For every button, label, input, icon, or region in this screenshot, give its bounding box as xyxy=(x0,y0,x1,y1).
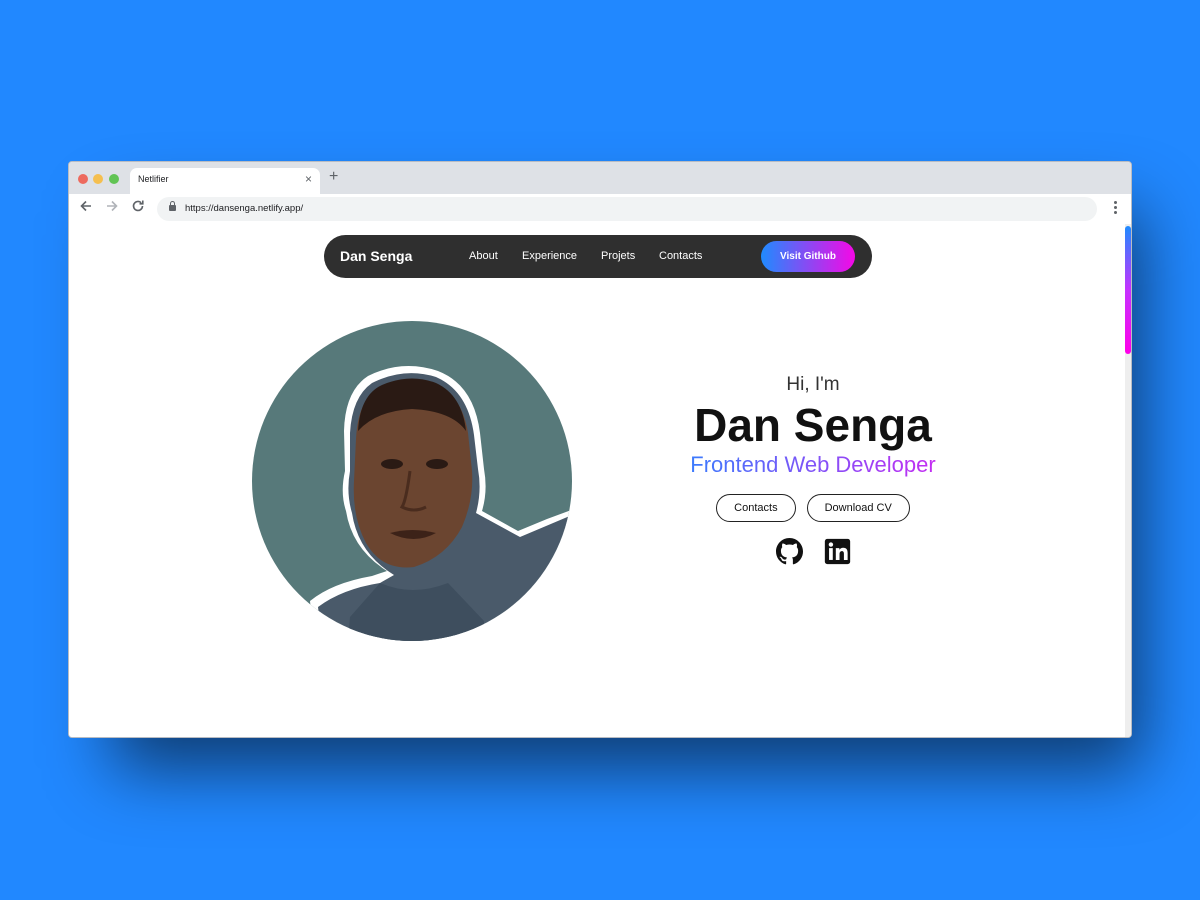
tab-title: Netlifier xyxy=(138,174,169,184)
site-brand[interactable]: Dan Senga xyxy=(340,248,412,264)
hero-greeting: Hi, I'm xyxy=(786,374,840,395)
hero-name: Dan Senga xyxy=(694,399,932,451)
scrollbar-thumb[interactable] xyxy=(1125,226,1131,354)
browser-tab[interactable]: Netlifier × xyxy=(130,168,320,194)
address-bar[interactable]: https://dansenga.netlify.app/ xyxy=(157,197,1097,221)
hero-role: Frontend Web Developer xyxy=(639,452,987,478)
linkedin-icon[interactable] xyxy=(824,538,851,565)
reload-icon[interactable] xyxy=(131,199,145,217)
github-icon[interactable] xyxy=(775,538,803,565)
browser-toolbar: https://dansenga.netlify.app/ xyxy=(69,194,1131,224)
browser-window: Netlifier × + https://dansenga.netlify.a… xyxy=(68,161,1132,738)
browser-menu-icon[interactable] xyxy=(1114,201,1117,215)
hero-buttons: Contacts Download CV xyxy=(639,494,987,522)
profile-photo xyxy=(252,321,572,641)
close-window-button[interactable] xyxy=(78,174,88,184)
new-tab-button[interactable]: + xyxy=(329,168,338,186)
download-cv-button[interactable]: Download CV xyxy=(806,494,910,522)
contacts-button[interactable]: Contacts xyxy=(716,494,796,522)
forward-icon[interactable] xyxy=(105,199,119,217)
tab-bar: Netlifier × + xyxy=(69,162,1131,194)
nav-link-about[interactable]: About xyxy=(469,250,498,262)
page-content: Dan Senga About Experience Projets Conta… xyxy=(69,224,1131,737)
hero-section: Hi, I'm Dan Senga Frontend Web Developer… xyxy=(639,374,987,565)
site-navbar: Dan Senga About Experience Projets Conta… xyxy=(324,235,872,278)
tab-close-icon[interactable]: × xyxy=(305,172,312,186)
back-icon[interactable] xyxy=(79,199,93,217)
nav-link-projets[interactable]: Projets xyxy=(601,250,635,262)
lock-icon xyxy=(169,201,176,211)
url-text: https://dansenga.netlify.app/ xyxy=(185,203,304,214)
maximize-window-button[interactable] xyxy=(109,174,119,184)
profile-person-illustration xyxy=(310,366,572,641)
social-links xyxy=(639,538,987,565)
minimize-window-button[interactable] xyxy=(93,174,103,184)
nav-link-experience[interactable]: Experience xyxy=(522,250,577,262)
visit-github-button[interactable]: Visit Github xyxy=(761,241,855,272)
scrollbar[interactable] xyxy=(1125,224,1131,737)
nav-link-contacts[interactable]: Contacts xyxy=(659,250,702,262)
